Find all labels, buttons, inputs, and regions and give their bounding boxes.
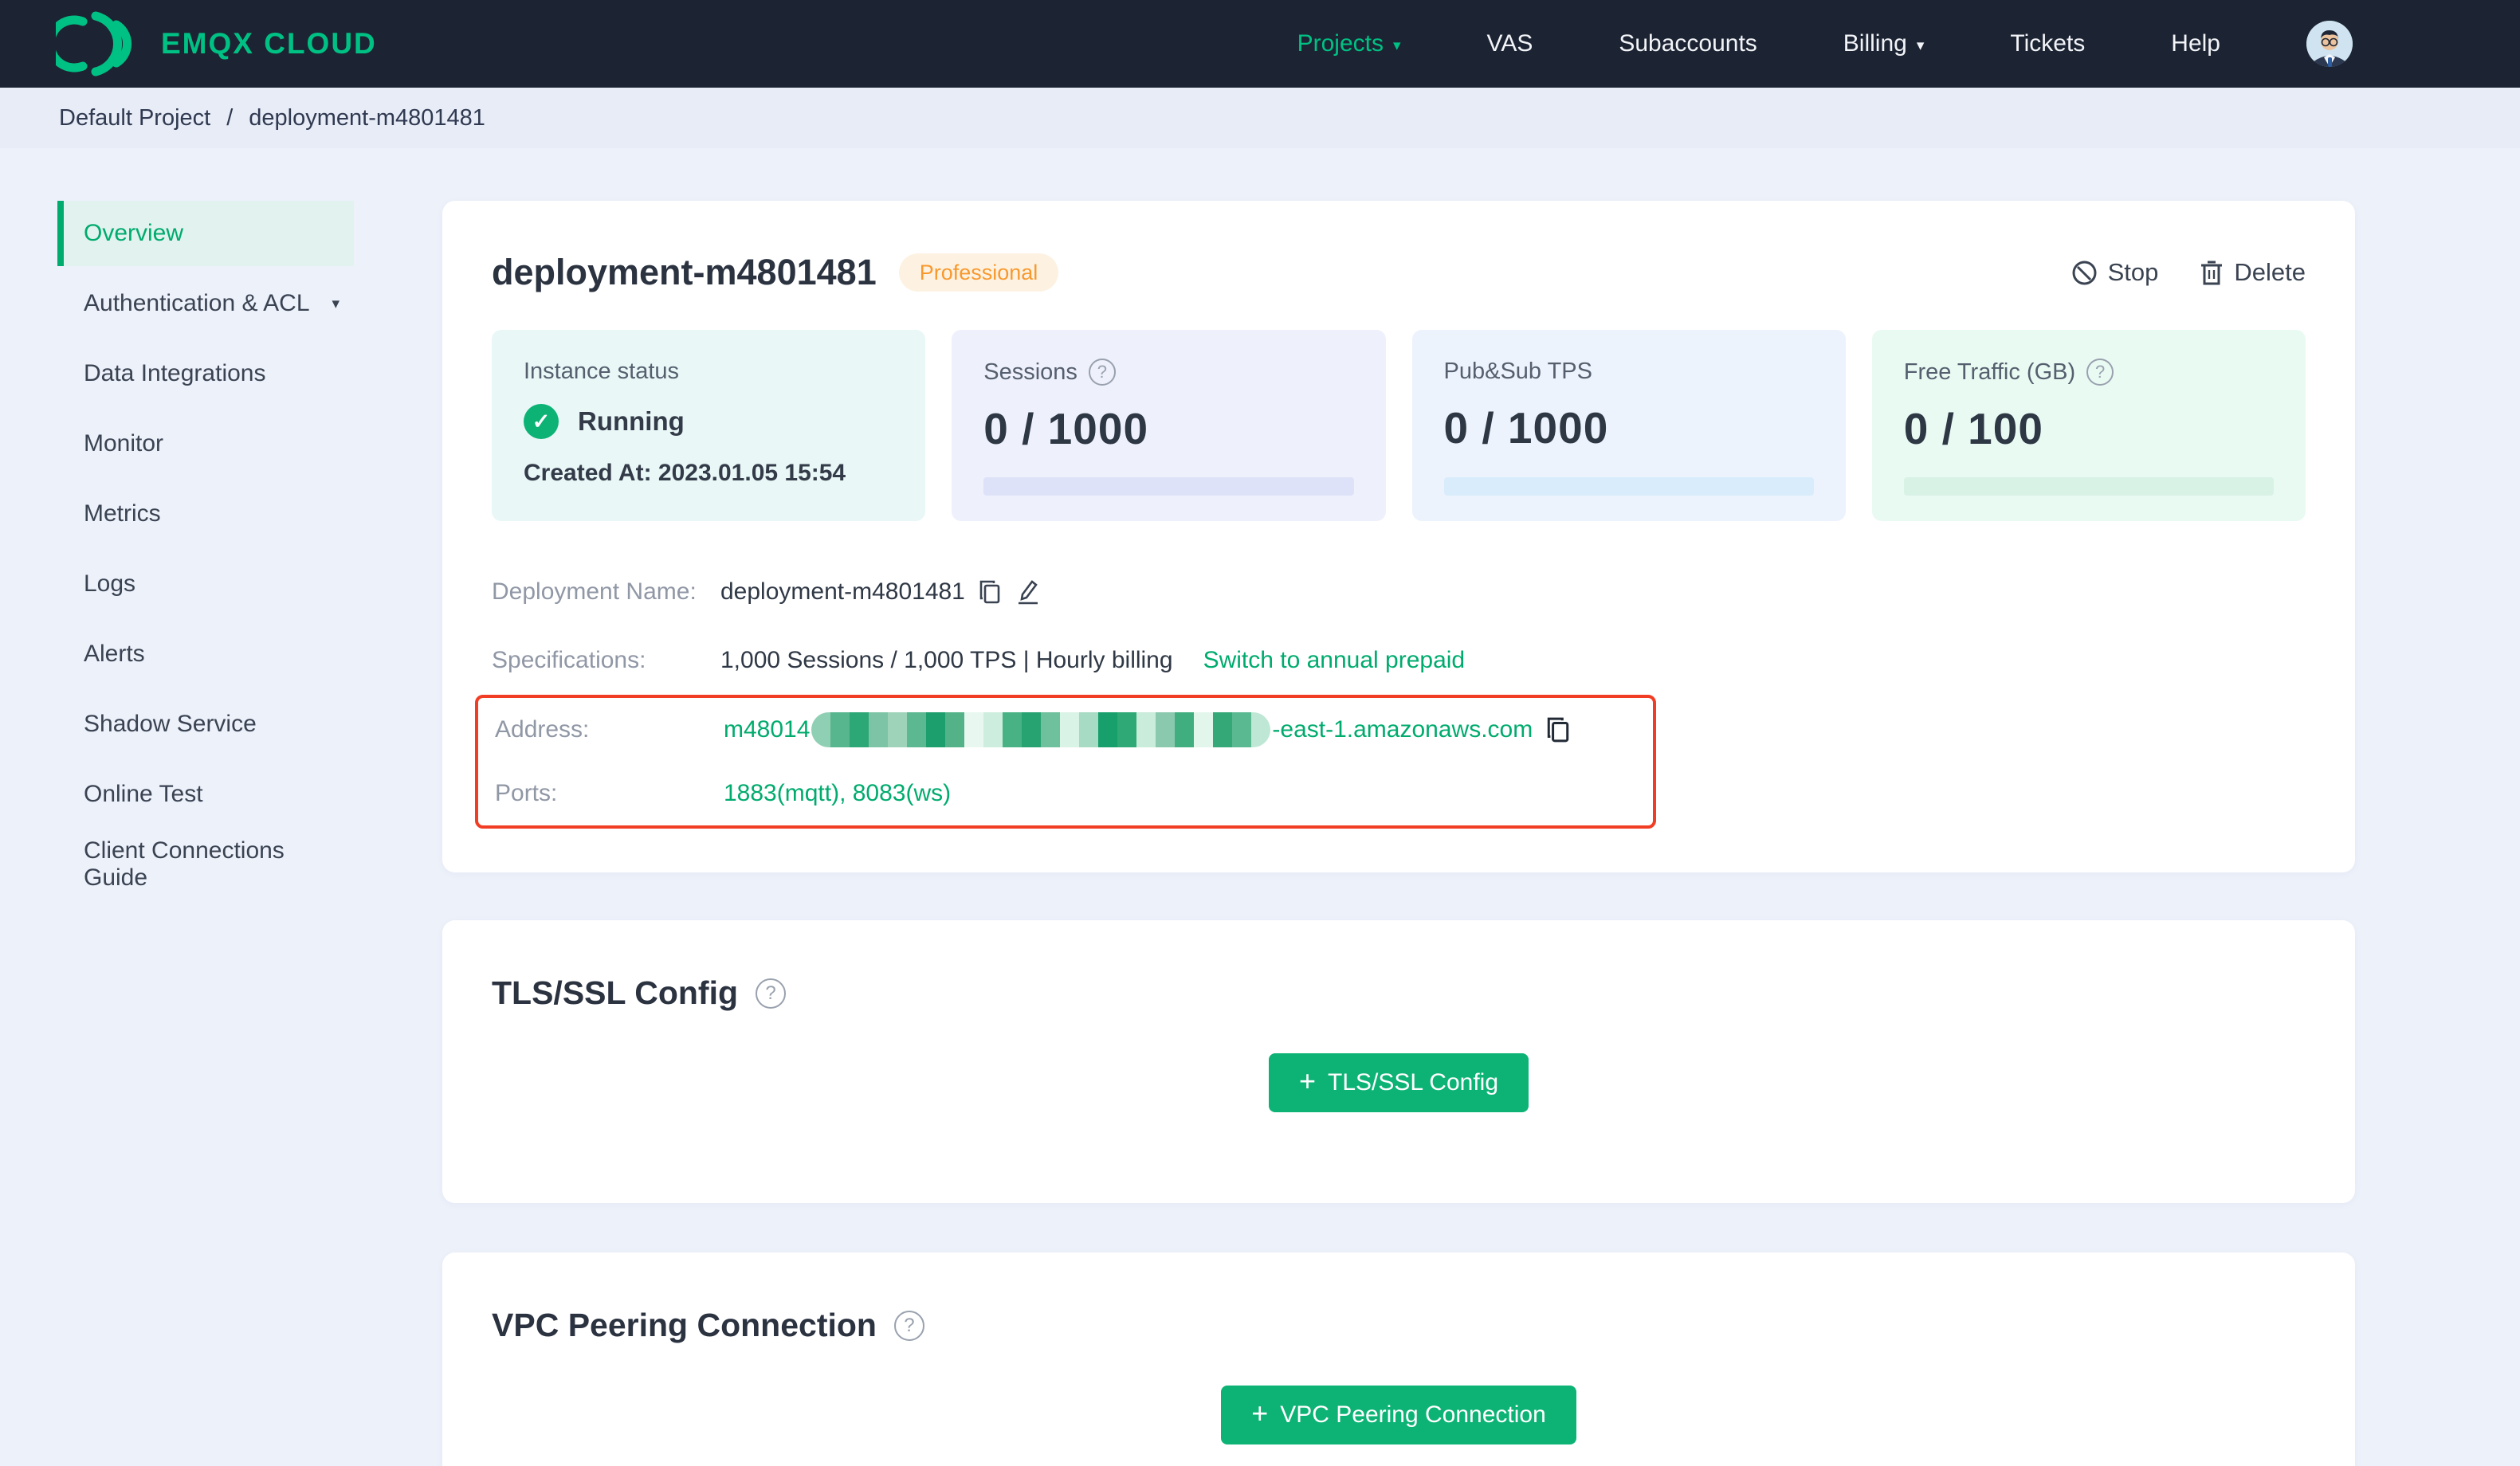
help-icon[interactable]: ? xyxy=(893,1310,924,1341)
user-avatar[interactable] xyxy=(2306,21,2353,67)
tps-progressbar xyxy=(1443,477,1814,496)
sidebar: Overview Authentication & ACL ▾ Data Int… xyxy=(0,148,379,1466)
sidebar-item-authentication-acl[interactable]: Authentication & ACL ▾ xyxy=(57,271,354,336)
delete-button[interactable]: Delete xyxy=(2200,258,2306,287)
copy-icon[interactable] xyxy=(978,579,1002,605)
specifications-value: 1,000 Sessions / 1,000 TPS | Hourly bill… xyxy=(720,647,1173,673)
switch-annual-prepaid-link[interactable]: Switch to annual prepaid xyxy=(1203,647,1466,674)
specifications-row: Specifications: 1,000 Sessions / 1,000 T… xyxy=(492,626,2306,695)
deployment-name-value: deployment-m4801481 xyxy=(720,578,965,605)
sessions-progressbar xyxy=(983,477,1354,496)
nav-help[interactable]: Help xyxy=(2171,30,2220,57)
stop-button[interactable]: Stop xyxy=(2071,258,2158,287)
address-prefix: m48014 xyxy=(724,716,811,743)
instance-status-label: Instance status xyxy=(524,359,680,384)
instance-status-card: Instance status ✓ Running Created At: 20… xyxy=(492,330,926,521)
help-icon[interactable]: ? xyxy=(1088,359,1116,386)
traffic-progressbar xyxy=(1903,477,2274,496)
nav-menu: Projects ▾ VAS Subaccounts Billing ▾ Ticke… xyxy=(1297,21,2353,67)
sessions-card: Sessions ? 0 / 1000 xyxy=(952,330,1386,521)
breadcrumb: Default Project / deployment-m4801481 xyxy=(0,88,2520,148)
deployment-title: deployment-m4801481 xyxy=(492,252,877,292)
pubsub-tps-card: Pub&Sub TPS 0 / 1000 xyxy=(1411,330,1846,521)
plan-badge: Professional xyxy=(898,253,1059,292)
highlight-box: Address: m48014 -east-1.amazonaws.com Po… xyxy=(475,695,1656,829)
created-at: Created At: 2023.01.05 15:54 xyxy=(524,460,846,486)
tls-ssl-card: TLS/SSL Config ? + TLS/SSL Config xyxy=(442,920,2355,1203)
chevron-down-icon: ▾ xyxy=(1392,37,1401,54)
ports-label: Ports: xyxy=(495,780,558,806)
help-icon[interactable]: ? xyxy=(756,978,787,1009)
nav-projects[interactable]: Projects ▾ xyxy=(1297,30,1401,57)
sidebar-item-shadow-service[interactable]: Shadow Service xyxy=(57,692,354,757)
add-tls-ssl-config-button[interactable]: + TLS/SSL Config xyxy=(1268,1053,1529,1112)
deployment-name-row: Deployment Name: deployment-m4801481 xyxy=(492,558,2306,626)
sidebar-item-metrics[interactable]: Metrics xyxy=(57,481,354,547)
add-vpc-peering-button[interactable]: + VPC Peering Connection xyxy=(1221,1386,1576,1444)
vpc-peering-card: VPC Peering Connection ? + VPC Peering C… xyxy=(442,1252,2355,1466)
sidebar-item-logs[interactable]: Logs xyxy=(57,551,354,617)
stop-icon xyxy=(2071,260,2098,286)
brand-name: EMQX CLOUD xyxy=(161,27,377,60)
main-content: deployment-m4801481 Professional Stop De… xyxy=(379,148,2520,1466)
chevron-down-icon: ▾ xyxy=(1916,37,1925,54)
sidebar-item-monitor[interactable]: Monitor xyxy=(57,411,354,476)
plus-icon: + xyxy=(1298,1064,1317,1097)
ports-row: Ports: 1883(mqtt), 8083(ws) xyxy=(495,762,1653,825)
vpc-peering-title: VPC Peering Connection xyxy=(492,1307,877,1343)
breadcrumb-project[interactable]: Default Project xyxy=(59,105,210,131)
free-traffic-card: Free Traffic (GB) ? 0 / 100 xyxy=(1871,330,2306,521)
nav-tickets[interactable]: Tickets xyxy=(2010,30,2085,57)
check-circle-icon: ✓ xyxy=(524,404,559,439)
address-label: Address: xyxy=(495,716,590,743)
nav-subaccounts[interactable]: Subaccounts xyxy=(1619,30,1757,57)
tls-ssl-title: TLS/SSL Config xyxy=(492,974,739,1011)
address-suffix: -east-1.amazonaws.com xyxy=(1272,716,1533,743)
nav-vas[interactable]: VAS xyxy=(1487,30,1533,57)
specifications-label: Specifications: xyxy=(492,647,646,673)
edit-icon[interactable] xyxy=(1015,578,1040,606)
breadcrumb-separator: / xyxy=(226,104,234,131)
copy-icon[interactable] xyxy=(1545,715,1571,744)
breadcrumb-current: deployment-m4801481 xyxy=(249,104,485,131)
chevron-down-icon: ▾ xyxy=(332,295,340,312)
traffic-value: 0 / 100 xyxy=(1903,404,2043,453)
ports-value: 1883(mqtt), 8083(ws) xyxy=(724,780,952,806)
nav-billing[interactable]: Billing ▾ xyxy=(1843,30,1925,57)
emqx-logo-icon xyxy=(56,10,140,77)
address-redaction xyxy=(811,712,1271,747)
sidebar-item-data-integrations[interactable]: Data Integrations xyxy=(57,341,354,406)
trash-icon xyxy=(2200,260,2224,286)
brand[interactable]: EMQX CLOUD xyxy=(56,10,377,77)
deployment-name-label: Deployment Name: xyxy=(492,578,697,605)
instance-status-value: Running xyxy=(578,406,685,436)
tps-value: 0 / 1000 xyxy=(1443,403,1609,453)
address-row: Address: m48014 -east-1.amazonaws.com xyxy=(495,698,1653,762)
sessions-value: 0 / 1000 xyxy=(983,404,1149,453)
deployment-overview-card: deployment-m4801481 Professional Stop De… xyxy=(442,201,2355,872)
help-icon[interactable]: ? xyxy=(2086,359,2114,386)
plus-icon: + xyxy=(1251,1397,1269,1429)
sidebar-item-overview[interactable]: Overview xyxy=(57,201,354,266)
top-navbar: EMQX CLOUD Projects ▾ VAS Subaccounts Bil… xyxy=(0,0,2520,88)
sidebar-item-online-test[interactable]: Online Test xyxy=(57,762,354,827)
sidebar-item-client-connections-guide[interactable]: Client Connections Guide xyxy=(57,832,354,897)
sidebar-item-alerts[interactable]: Alerts xyxy=(57,621,354,687)
